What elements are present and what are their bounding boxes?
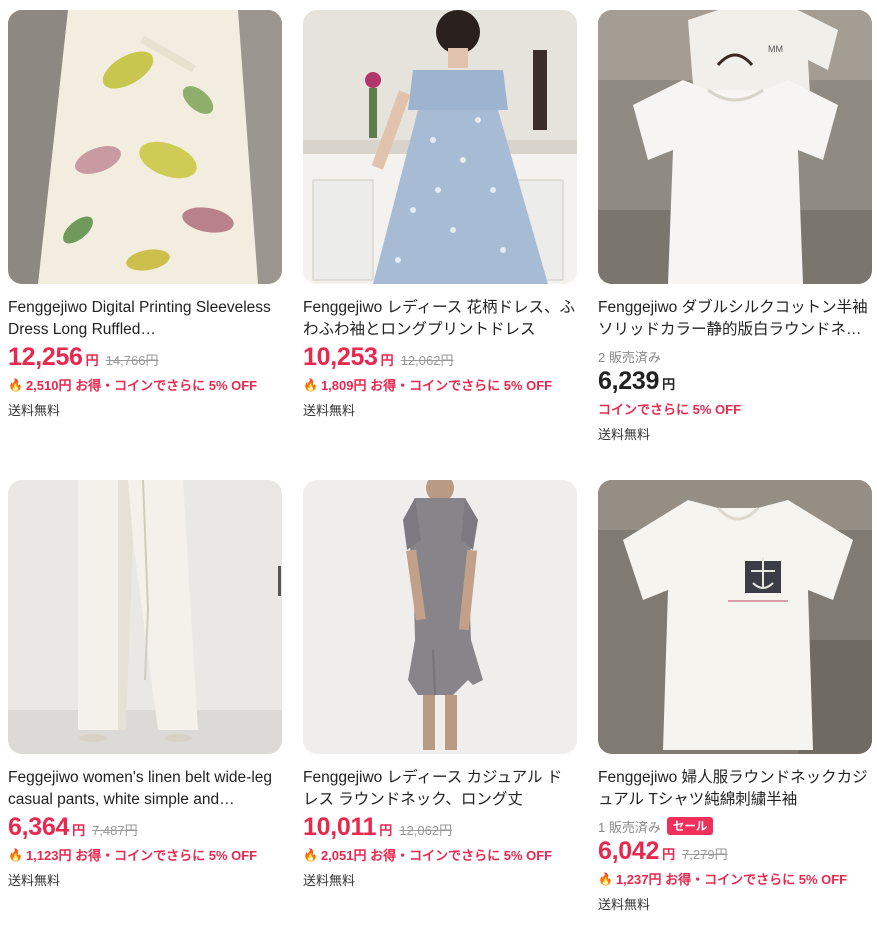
product-title[interactable]: Fenggejiwo レディース カジュアル ドレス ラウンドネック、ロング丈 — [303, 767, 577, 811]
sold-count: 2 販売済み — [598, 347, 872, 365]
product-image[interactable] — [8, 480, 282, 754]
flame-icon: 🔥 — [8, 847, 23, 862]
promo-line: 🔥 2,510円 お得・コインでさらに 5% OFF — [8, 375, 282, 394]
product-image[interactable] — [8, 10, 282, 284]
shipping-label: 送料無料 — [8, 403, 61, 418]
product-card[interactable]: MM Fenggejiwo ダブルシルクコットン半袖ソリッドカラー静的版白ラウン… — [598, 10, 872, 443]
currency-unit: 円 — [85, 353, 99, 368]
promo-line: 🔥 1,123円 お得・コインでさらに 5% OFF — [8, 845, 282, 864]
product-card[interactable]: Fenggejiwo 婦人服ラウンドネックカジュアル Tシャツ純綿刺繍半袖 1 … — [598, 480, 872, 913]
original-price: 14,766円 — [105, 353, 159, 368]
product-image[interactable] — [303, 10, 577, 284]
price-row: 6,239 円 — [598, 367, 872, 396]
original-price: 12,062円 — [399, 823, 453, 838]
promo-text: 1,237円 お得・コインでさらに 5% OFF — [615, 872, 848, 887]
svg-text:MM: MM — [768, 44, 783, 54]
shipping-label: 送料無料 — [8, 873, 61, 888]
promo-text: 2,051円 お得・コインでさらに 5% OFF — [320, 848, 553, 863]
currency-unit: 円 — [72, 823, 86, 838]
promo-line: 🔥 1,237円 お得・コインでさらに 5% OFF — [598, 869, 872, 888]
price-row: 6,042 円 7,279円 — [598, 837, 872, 866]
currency-unit: 円 — [380, 353, 394, 368]
promo-line: 🔥 1,809円 お得・コインでさらに 5% OFF — [303, 375, 577, 394]
product-card[interactable]: Fenggejiwo レディース カジュアル ドレス ラウンドネック、ロング丈 … — [303, 480, 577, 889]
flame-icon: 🔥 — [303, 377, 318, 392]
current-price: 10,011 — [303, 813, 377, 841]
sale-badge: セール — [666, 817, 714, 835]
flame-icon: 🔥 — [303, 847, 318, 862]
sold-count-text: 2 販売済み — [598, 349, 661, 365]
price-row: 10,011 円 12,062円 — [303, 813, 577, 842]
product-card[interactable]: Feggejiwo women's linen belt wide-leg ca… — [8, 480, 282, 889]
product-title[interactable]: Fenggejiwo ダブルシルクコットン半袖ソリッドカラー静的版白ラウンドネッ… — [598, 297, 872, 341]
promo-line: コインでさらに 5% OFF — [598, 399, 872, 418]
flame-icon: 🔥 — [598, 871, 613, 886]
shipping-label: 送料無料 — [303, 873, 356, 888]
price-row: 12,256 円 14,766円 — [8, 343, 282, 372]
currency-unit: 円 — [662, 847, 676, 862]
price-row: 10,253 円 12,062円 — [303, 343, 577, 372]
product-title[interactable]: Feggejiwo women's linen belt wide-leg ca… — [8, 767, 282, 811]
product-title[interactable]: Fenggejiwo 婦人服ラウンドネックカジュアル Tシャツ純綿刺繍半袖 — [598, 767, 872, 811]
currency-unit: 円 — [662, 377, 676, 392]
promo-line: 🔥 2,051円 お得・コインでさらに 5% OFF — [303, 845, 577, 864]
product-card[interactable]: Fenggejiwo レディース 花柄ドレス、ふわふわ袖とロングプリントドレス … — [303, 10, 577, 419]
original-price: 12,062円 — [400, 353, 454, 368]
product-image[interactable]: MM — [598, 10, 872, 284]
product-card[interactable]: Fenggejiwo Digital Printing Sleeveless D… — [8, 10, 282, 419]
flame-icon: 🔥 — [8, 377, 23, 392]
current-price: 6,364 — [8, 813, 70, 841]
sold-count: 1 販売済み セール — [598, 817, 872, 835]
sold-count-text: 1 販売済み — [598, 819, 661, 835]
promo-text: コインでさらに 5% OFF — [598, 402, 742, 417]
product-title[interactable]: Fenggejiwo Digital Printing Sleeveless D… — [8, 297, 282, 341]
shipping-label: 送料無料 — [598, 427, 651, 442]
promo-text: 1,123円 お得・コインでさらに 5% OFF — [25, 848, 258, 863]
promo-text: 1,809円 お得・コインでさらに 5% OFF — [320, 378, 553, 393]
product-image[interactable] — [303, 480, 577, 754]
original-price: 7,487円 — [92, 823, 138, 838]
shipping-label: 送料無料 — [303, 403, 356, 418]
current-price: 6,239 — [598, 367, 660, 395]
shipping-label: 送料無料 — [598, 897, 651, 912]
current-price: 12,256 — [8, 343, 83, 371]
product-grid: Fenggejiwo Digital Printing Sleeveless D… — [0, 0, 877, 938]
original-price: 7,279円 — [682, 847, 728, 862]
price-row: 6,364 円 7,487円 — [8, 813, 282, 842]
product-title[interactable]: Fenggejiwo レディース 花柄ドレス、ふわふわ袖とロングプリントドレス — [303, 297, 577, 341]
promo-text: 2,510円 お得・コインでさらに 5% OFF — [25, 378, 258, 393]
product-image[interactable] — [598, 480, 872, 754]
current-price: 10,253 — [303, 343, 378, 371]
currency-unit: 円 — [379, 823, 393, 838]
current-price: 6,042 — [598, 837, 660, 865]
